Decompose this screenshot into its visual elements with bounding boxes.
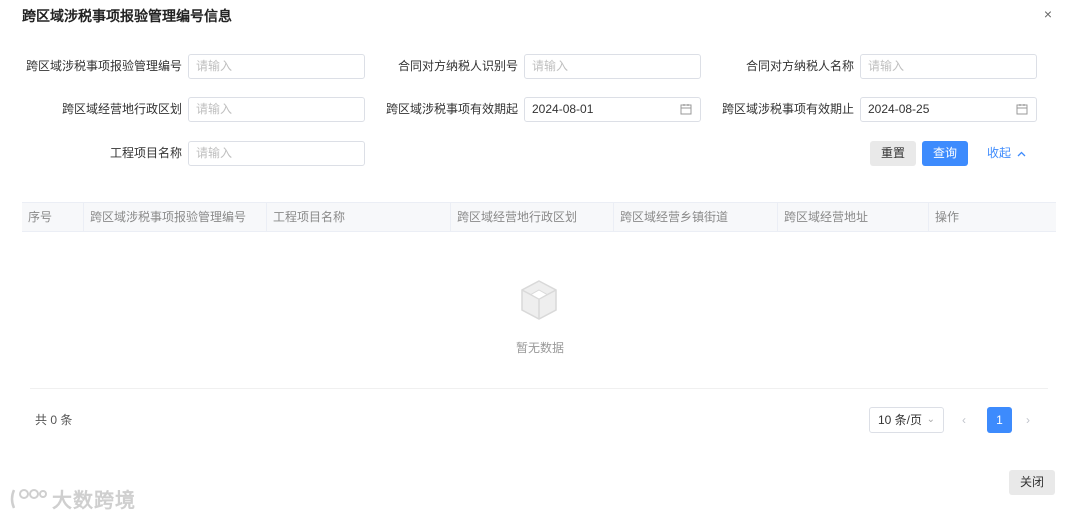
- column-header: 跨区域经营地行政区划: [451, 203, 614, 231]
- column-header: 跨区域经营乡镇街道: [614, 203, 778, 231]
- label-counterparty-name: 合同对方纳税人名称: [745, 59, 854, 73]
- label-counterparty-tax-id: 合同对方纳税人识别号: [397, 59, 518, 73]
- total-count: 共 0 条: [35, 413, 73, 427]
- watermark: 大数跨境: [8, 484, 136, 513]
- next-page-button[interactable]: ›: [1026, 411, 1030, 429]
- page-size-select[interactable]: 10 条/页 ⌄: [869, 407, 944, 433]
- table-header: 序号 跨区域涉税事项报验管理编号 工程项目名称 跨区域经营地行政区划 跨区域经营…: [22, 202, 1056, 232]
- collapse-label: 收起: [987, 146, 1012, 160]
- counterparty-tax-id-input[interactable]: 请输入: [524, 54, 701, 79]
- column-header: 序号: [22, 203, 84, 231]
- valid-to-date-picker[interactable]: 2024-08-25: [860, 97, 1037, 122]
- column-header: 跨区域涉税事项报验管理编号: [84, 203, 267, 231]
- valid-to-value: 2024-08-25: [868, 102, 930, 116]
- results-table: 序号 跨区域涉税事项报验管理编号 工程项目名称 跨区域经营地行政区划 跨区域经营…: [22, 202, 1056, 232]
- column-header: 工程项目名称: [267, 203, 451, 231]
- column-header: 操作: [935, 210, 960, 224]
- dialog-title: 跨区域涉税事项报验管理编号信息: [22, 8, 232, 24]
- chevron-down-icon: ⌄: [926, 414, 935, 425]
- label-valid-to: 跨区域涉税事项有效期止: [721, 102, 854, 116]
- valid-from-value: 2024-08-01: [532, 102, 594, 116]
- label-valid-from: 跨区域涉税事项有效期起: [385, 102, 518, 116]
- label-cross-region-number: 跨区域涉税事项报验管理编号: [25, 59, 182, 73]
- page-size-value: 10 条/页: [878, 413, 923, 427]
- empty-text: 暂无数据: [515, 341, 564, 355]
- close-icon[interactable]: ×: [1044, 6, 1052, 22]
- prev-page-button[interactable]: ‹: [962, 411, 966, 429]
- chevron-up-icon: [1017, 151, 1026, 157]
- label-project-name: 工程项目名称: [109, 146, 182, 160]
- query-button[interactable]: 查询: [922, 141, 968, 166]
- label-admin-division: 跨区域经营地行政区划: [61, 102, 182, 116]
- cross-region-number-input[interactable]: 请输入: [188, 54, 365, 79]
- page-number-button[interactable]: 1: [987, 407, 1012, 433]
- valid-from-date-picker[interactable]: 2024-08-01: [524, 97, 701, 122]
- empty-box-icon: [521, 280, 557, 320]
- divider: [30, 388, 1048, 389]
- dialog: 跨区域涉税事项报验管理编号信息 × 跨区域涉税事项报验管理编号 请输入 合同对方…: [0, 0, 1080, 519]
- project-name-input[interactable]: 请输入: [188, 141, 365, 166]
- reset-button[interactable]: 重置: [870, 141, 916, 166]
- close-button[interactable]: 关闭: [1009, 470, 1055, 495]
- counterparty-name-input[interactable]: 请输入: [860, 54, 1037, 79]
- column-header: 跨区域经营地址: [778, 203, 929, 231]
- collapse-link[interactable]: 收起: [987, 141, 1026, 166]
- watermark-text: 大数跨境: [52, 490, 136, 512]
- calendar-icon: [1016, 104, 1028, 115]
- admin-division-input[interactable]: 请输入: [188, 97, 365, 122]
- watermark-logo-icon: [10, 488, 47, 509]
- calendar-icon: [680, 104, 692, 115]
